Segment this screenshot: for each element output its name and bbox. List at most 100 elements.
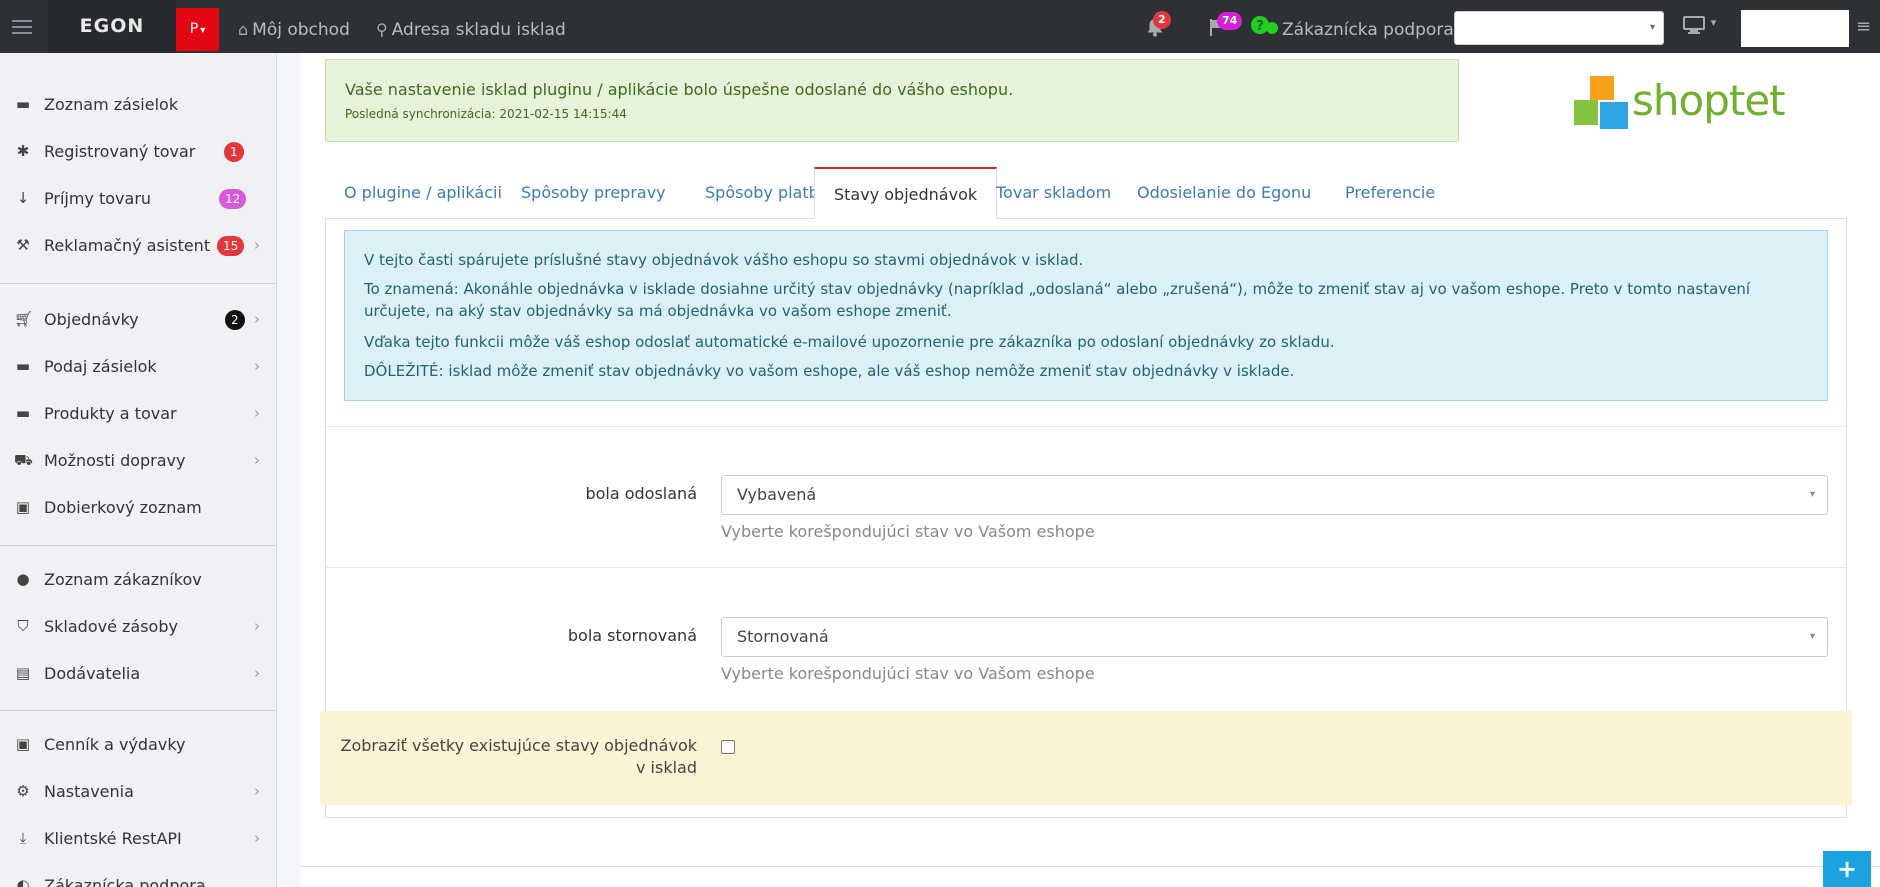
tabs: O plugine / aplikácii Spôsoby prepravy S… bbox=[325, 167, 1847, 219]
tab-order-states[interactable]: Stavy objednávok bbox=[814, 167, 998, 219]
gavel-icon: ⚒ bbox=[16, 236, 30, 254]
gear-icon: ⚙ bbox=[16, 782, 30, 800]
shoptet-logo-text: shoptet bbox=[1632, 76, 1786, 125]
sent-state-label: bola odoslaná bbox=[585, 484, 697, 503]
sidebar-item-label: Zoznam zákazníkov bbox=[44, 570, 202, 589]
cancel-state-label: bola stornovaná bbox=[567, 626, 697, 645]
nav-my-shop[interactable]: ⌂ Môj obchod bbox=[238, 0, 350, 53]
menu-toggle-icon[interactable] bbox=[12, 20, 32, 38]
sidebar-item-label: Príjmy tovaru bbox=[44, 189, 152, 208]
sidebar-item-suppliers[interactable]: ▤ Dodávatelia › bbox=[0, 650, 276, 697]
shield-icon: ⛉ bbox=[17, 617, 29, 635]
info-paragraph: DÔLEŽITÉ: isklad môže zmeniť stav objedn… bbox=[364, 362, 1295, 380]
arrow-down-icon: ↓ bbox=[16, 189, 30, 207]
sidebar-item-pricing[interactable]: ▣ Cenník a výdavky bbox=[0, 721, 276, 768]
sidebar-item-rest-api[interactable]: ⤓ Klientské RestAPI › bbox=[0, 815, 276, 862]
sent-state-select[interactable]: Vybavená ▾ bbox=[721, 475, 1828, 515]
chevron-right-icon: › bbox=[254, 236, 260, 254]
tab-plugin[interactable]: O plugine / aplikácii bbox=[325, 167, 521, 218]
notifications-badge: 2 bbox=[1153, 11, 1171, 29]
user-box[interactable] bbox=[1741, 10, 1849, 47]
support-icon: ◐ bbox=[16, 876, 30, 887]
sidebar-item-support[interactable]: ◐ Zákaznícka podpora bbox=[0, 862, 276, 887]
archive-icon: ▬ bbox=[15, 357, 31, 375]
svg-text:?: ? bbox=[1256, 19, 1264, 34]
archive-icon: ▬ bbox=[15, 404, 31, 422]
info-paragraph: To znamená: Akonáhle objednávka v isklad… bbox=[364, 280, 1751, 320]
sidebar-item-complaints[interactable]: ⚒ Reklamačný asistent 15 › bbox=[0, 222, 276, 269]
sent-state-help: Vyberte korešpondujúci stav vo Vašom esh… bbox=[721, 522, 1095, 541]
sidebar-item-label: Možnosti dopravy bbox=[44, 451, 186, 470]
chevron-down-icon: ▾ bbox=[1649, 22, 1655, 33]
support-chat-icon[interactable]: ? bbox=[1250, 16, 1280, 41]
sidebar-item-cod-list[interactable]: ▣ Dobierkový zoznam bbox=[0, 484, 276, 531]
cancel-state-help: Vyberte korešpondujúci stav vo Vašom esh… bbox=[721, 664, 1095, 683]
success-alert: Vaše nastavenie isklad pluginu / aplikác… bbox=[325, 59, 1459, 142]
sidebar-item-label: Klientské RestAPI bbox=[44, 829, 182, 848]
sidebar-item-settings[interactable]: ⚙ Nastavenia › bbox=[0, 768, 276, 815]
profile-switch-button[interactable]: P ▾ bbox=[176, 8, 219, 51]
sidebar-divider bbox=[0, 545, 276, 546]
count-badge: 2 bbox=[225, 310, 245, 330]
last-sync: Posledná synchronizácia: 2021-02-15 14:1… bbox=[345, 107, 627, 121]
sidebar-item-label: Dobierkový zoznam bbox=[44, 498, 202, 517]
cancel-state-value: Stornovaná bbox=[737, 627, 829, 646]
add-button[interactable]: + bbox=[1823, 851, 1871, 887]
chevron-right-icon: › bbox=[254, 829, 260, 847]
nav-warehouse-address[interactable]: ⚲ Adresa skladu isklad bbox=[376, 0, 566, 53]
sidebar-item-registered-goods[interactable]: ✱ Registrovaný tovar 1 bbox=[0, 128, 276, 175]
sidebar-divider bbox=[0, 283, 276, 284]
download-icon: ⤓ bbox=[19, 829, 27, 847]
cancel-state-select[interactable]: Stornovaná ▾ bbox=[721, 617, 1828, 657]
divider bbox=[326, 567, 1846, 568]
chevron-right-icon: › bbox=[254, 782, 260, 800]
sidebar-item-label: Dodávatelia bbox=[44, 664, 141, 683]
brand-logo[interactable]: EGON bbox=[48, 0, 176, 53]
profile-switch-label: P bbox=[189, 21, 199, 37]
show-all-checkbox[interactable] bbox=[721, 740, 735, 754]
nav-my-shop-label: Môj obchod bbox=[252, 20, 350, 40]
sidebar-item-stock[interactable]: ⛉ Skladové zásoby › bbox=[0, 603, 276, 650]
sidebar-item-goods-receipts[interactable]: ↓ Príjmy tovaru 12 bbox=[0, 175, 276, 222]
tab-stock-goods[interactable]: Tovar skladom bbox=[977, 167, 1130, 218]
sidebar-item-orders[interactable]: 🛒︎ Objednávky 2 › bbox=[0, 296, 276, 343]
support-link[interactable]: Zákaznícka podpora bbox=[1282, 0, 1454, 53]
sidebar-item-label: Zákaznícka podpora bbox=[44, 876, 206, 887]
sidebar-item-delivery-options[interactable]: ⛟ Možnosti dopravy › bbox=[0, 437, 276, 484]
chevron-right-icon: › bbox=[254, 357, 260, 375]
chevron-right-icon: › bbox=[254, 451, 260, 469]
count-badge: 12 bbox=[219, 189, 247, 209]
menu-edge-icon[interactable]: ≡ bbox=[1856, 16, 1871, 37]
sent-state-value: Vybavená bbox=[737, 485, 817, 504]
divider bbox=[326, 426, 1846, 427]
chevron-down-icon: ▾ bbox=[1809, 631, 1815, 642]
truck-icon: ⛟ bbox=[14, 451, 33, 469]
top-navbar: EGON P ▾ ⌂ Môj obchod ⚲ Adresa skladu iskla… bbox=[0, 0, 1880, 53]
sidebar-item-customers[interactable]: ● Zoznam zákazníkov bbox=[0, 556, 276, 603]
top-select[interactable]: ▾ bbox=[1454, 11, 1664, 45]
sidebar-item-label: Cenník a výdavky bbox=[44, 735, 186, 754]
info-paragraph: Vďaka tejto funkcii môže váš eshop odosl… bbox=[364, 333, 1335, 351]
user-icon: ● bbox=[16, 570, 30, 588]
info-box: V tejto časti spárujete príslušné stavy … bbox=[344, 230, 1828, 401]
count-badge: 1 bbox=[224, 142, 244, 162]
chevron-down-icon: ▾ bbox=[200, 25, 206, 36]
sidebar-item-label: Produkty a tovar bbox=[44, 404, 177, 423]
cart-icon: 🛒︎ bbox=[14, 310, 34, 328]
info-paragraph: V tejto časti spárujete príslušné stavy … bbox=[364, 251, 1084, 269]
shoptet-logo-icon bbox=[1574, 76, 1630, 134]
sidebar-item-products[interactable]: ▬ Produkty a tovar › bbox=[0, 390, 276, 437]
sidebar-item-submit-shipments[interactable]: ▬ Podaj zásielok › bbox=[0, 343, 276, 390]
sidebar-item-shipments[interactable]: ▬ Zoznam zásielok bbox=[0, 81, 276, 128]
tab-shipping-methods[interactable]: Spôsoby prepravy bbox=[502, 167, 685, 218]
monitor-icon[interactable]: ▾ bbox=[1683, 16, 1716, 39]
money-icon: ▣ bbox=[15, 735, 31, 753]
archive-icon: ▬ bbox=[15, 95, 31, 113]
sidebar-item-label: Registrovaný tovar bbox=[44, 142, 196, 161]
nav-warehouse-address-label: Adresa skladu isklad bbox=[391, 20, 566, 40]
chevron-down-icon: ▾ bbox=[1710, 16, 1717, 29]
success-message: Vaše nastavenie isklad pluginu / aplikác… bbox=[345, 80, 1014, 99]
sidebar-item-label: Reklamačný asistent bbox=[44, 236, 211, 255]
tab-preferences[interactable]: Preferencie bbox=[1326, 167, 1454, 218]
tab-send-to-egon[interactable]: Odosielanie do Egonu bbox=[1118, 167, 1330, 218]
